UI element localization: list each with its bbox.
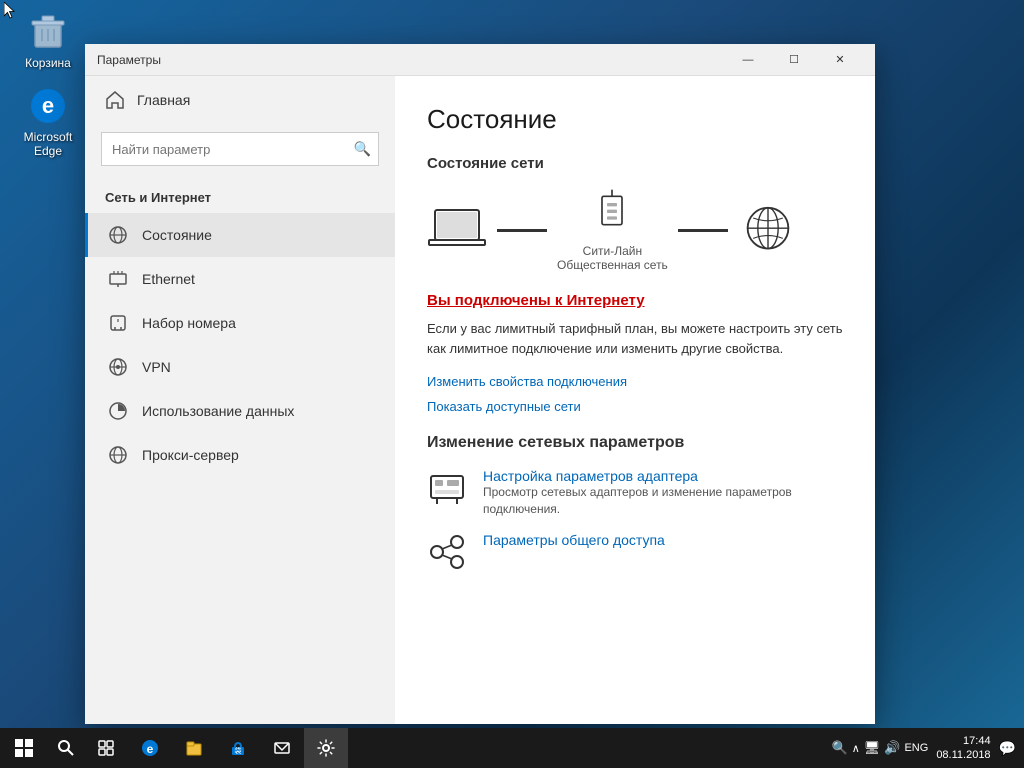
sidebar-home[interactable]: Главная (85, 76, 395, 124)
taskbar-search-button[interactable] (48, 728, 84, 768)
window-controls: — ☐ ✕ (725, 44, 863, 76)
vpn-icon (108, 357, 128, 377)
adapter-icon (427, 468, 467, 508)
minimize-button[interactable]: — (725, 44, 771, 76)
sidebar-item-proxy-label: Прокси-сервер (142, 447, 239, 463)
sharing-text: Параметры общего доступа (483, 532, 665, 548)
change-settings-title: Изменение сетевых параметров (427, 434, 843, 452)
sidebar-item-vpn[interactable]: VPN (85, 345, 395, 389)
taskbar-store-button[interactable]: 袋 (216, 728, 260, 768)
taskbar-right: 🔍 ∧ 🖥 🔊 ENG 17:44 08.11.2018 💬 (832, 734, 1024, 763)
sidebar-item-dialup-label: Набор номера (142, 315, 236, 331)
window-body: Главная 🔍 Сеть и Интернет (85, 76, 875, 724)
data-usage-icon (108, 401, 128, 421)
proxy-icon (108, 445, 128, 465)
show-available-networks-link[interactable]: Показать доступные сети (427, 399, 843, 414)
taskbar-edge-button[interactable]: e (128, 728, 172, 768)
taskbar: e 袋 (0, 728, 1024, 768)
network-icon[interactable]: 🖥 (864, 740, 881, 756)
network-status-title: Состояние сети (427, 155, 843, 172)
connected-description: Если у вас лимитный тарифный план, вы мо… (427, 319, 843, 358)
recycle-bin-label: Корзина (25, 56, 71, 70)
edge-desktop-label: MicrosoftEdge (24, 130, 73, 158)
page-title: Состояние (427, 104, 843, 135)
home-label: Главная (137, 92, 190, 108)
net-line-2 (678, 229, 728, 232)
ethernet-icon (108, 269, 128, 289)
net-line-1 (497, 229, 547, 232)
sharing-icon (427, 532, 467, 572)
sidebar: Главная 🔍 Сеть и Интернет (85, 76, 395, 724)
svg-text:袋: 袋 (235, 746, 242, 755)
taskbar-settings-button[interactable] (304, 728, 348, 768)
sidebar-item-ethernet[interactable]: Ethernet (85, 257, 395, 301)
recycle-bin-icon[interactable]: Корзина (8, 8, 88, 74)
maximize-button[interactable]: ☐ (771, 44, 817, 76)
edge-desktop-icon[interactable]: e MicrosoftEdge (8, 82, 88, 162)
dialup-icon (108, 313, 128, 333)
sidebar-item-data-usage-label: Использование данных (142, 403, 294, 419)
svg-text:e: e (42, 93, 54, 118)
laptop-diagram-icon (427, 205, 487, 255)
home-icon (105, 90, 125, 110)
internet-diagram-icon (738, 205, 798, 255)
volume-icon[interactable]: 🔊 (884, 740, 900, 756)
network-name-label: Сити-Лайн Общественная сеть (557, 244, 668, 272)
sharing-settings-item: Параметры общего доступа (427, 532, 843, 572)
network-systray-icon[interactable]: 🔍 (832, 740, 848, 756)
adapter-title[interactable]: Настройка параметров адаптера (483, 468, 843, 484)
network-diagram: Сити-Лайн Общественная сеть (427, 188, 843, 272)
sidebar-item-dialup[interactable]: Набор номера (85, 301, 395, 345)
search-icon: 🔍 (354, 141, 371, 158)
sidebar-search-container: 🔍 (101, 132, 379, 166)
status-icon (108, 225, 128, 245)
notification-icon[interactable]: 💬 (999, 740, 1016, 757)
clock-time: 17:44 (936, 734, 990, 748)
lang-indicator[interactable]: ENG (904, 742, 928, 754)
clock-date: 08.11.2018 (936, 748, 990, 762)
systray: 🔍 ∧ 🖥 🔊 ENG (832, 740, 929, 756)
window-titlebar: Параметры — ☐ ✕ (85, 44, 875, 76)
connected-text: Вы подключены к Интернету (427, 292, 843, 309)
sidebar-item-ethernet-label: Ethernet (142, 271, 195, 287)
window-title: Параметры (97, 53, 725, 67)
desktop: Корзина e MicrosoftEdge Параметры — ☐ ✕ (0, 0, 1024, 768)
close-button[interactable]: ✕ (817, 44, 863, 76)
sidebar-section-title: Сеть и Интернет (85, 174, 395, 213)
adapter-desc: Просмотр сетевых адаптеров и изменение п… (483, 484, 843, 518)
task-view-button[interactable] (84, 728, 128, 768)
start-button[interactable] (0, 728, 48, 768)
svg-text:e: e (147, 742, 154, 756)
settings-window: Параметры — ☐ ✕ Главная (85, 44, 875, 724)
sharing-title[interactable]: Параметры общего доступа (483, 532, 665, 548)
main-content: Состояние Состояние сети (395, 76, 875, 724)
adapter-settings-item: Настройка параметров адаптера Просмотр с… (427, 468, 843, 518)
taskbar-mail-button[interactable] (260, 728, 304, 768)
sidebar-item-vpn-label: VPN (142, 359, 171, 375)
sidebar-item-status[interactable]: Состояние (85, 213, 395, 257)
change-properties-link[interactable]: Изменить свойства подключения (427, 374, 843, 389)
sidebar-item-data-usage[interactable]: Использование данных (85, 389, 395, 433)
taskbar-explorer-button[interactable] (172, 728, 216, 768)
search-input[interactable] (101, 132, 379, 166)
chevron-systray[interactable]: ∧ (852, 742, 860, 755)
sidebar-item-proxy[interactable]: Прокси-сервер (85, 433, 395, 477)
sidebar-item-status-label: Состояние (142, 227, 212, 243)
adapter-text: Настройка параметров адаптера Просмотр с… (483, 468, 843, 518)
router-diagram-icon: Сити-Лайн Общественная сеть (557, 188, 668, 272)
taskbar-clock[interactable]: 17:44 08.11.2018 (936, 734, 990, 763)
